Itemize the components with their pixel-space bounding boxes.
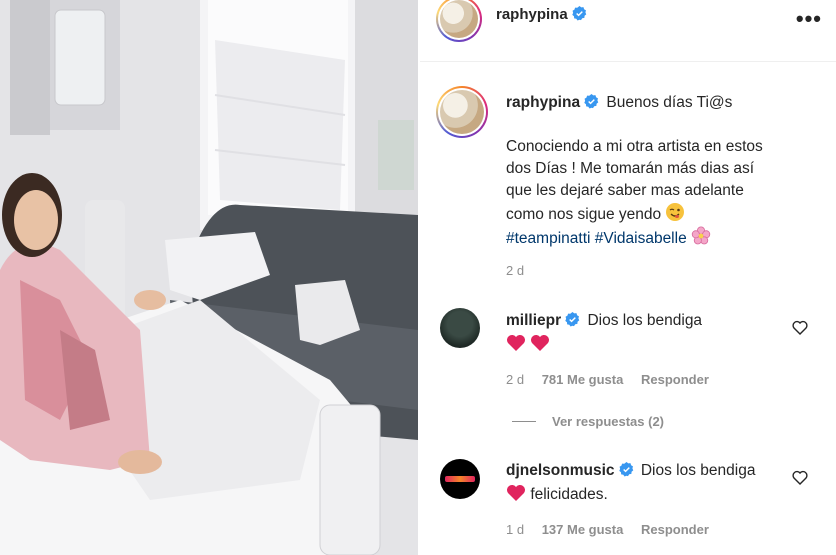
header-username-text[interactable]: raphypina <box>496 6 568 23</box>
caption-timestamp[interactable]: 2 d <box>506 263 524 278</box>
heart-outline-icon[interactable] <box>792 470 808 486</box>
verified-badge-icon <box>571 6 586 21</box>
winking-face-icon <box>666 203 685 221</box>
caption: raphypina Buenos días Ti@s Conociendo a … <box>506 92 824 250</box>
caption-greeting: Buenos días Ti@s <box>606 94 733 111</box>
hashtag-link[interactable]: #teampinatti <box>506 230 590 247</box>
comment-meta: 1 d 137 Me gusta Responder <box>506 522 709 537</box>
comment-timestamp[interactable]: 1 d <box>506 522 524 537</box>
verified-badge-icon <box>565 312 580 327</box>
caption-line-with-emoji: como nos sigue yendo <box>506 202 824 226</box>
comment-body: milliepr Dios los bendiga <box>506 310 796 332</box>
more-options-icon[interactable]: ••• <box>796 6 822 32</box>
comment-author[interactable]: milliepr <box>506 312 561 329</box>
comment-emoji-line <box>506 334 796 356</box>
view-replies-button[interactable]: Ver respuestas (2) <box>512 414 664 429</box>
comment-likes[interactable]: 781 Me gusta <box>542 372 624 387</box>
comment-author[interactable]: djnelsonmusic <box>506 462 615 479</box>
verified-badge-icon <box>584 94 599 109</box>
comment: djnelsonmusic Dios los bendiga felicidad… <box>506 460 796 506</box>
comment-body: djnelsonmusic Dios los bendiga <box>506 460 796 482</box>
replies-divider <box>512 421 536 422</box>
caption-hashtags: #teampinatti #Vidaisabelle <box>506 226 824 250</box>
hospital-room-photo <box>0 0 418 555</box>
comment-timestamp[interactable]: 2 d <box>506 372 524 387</box>
hashtag-link[interactable]: #Vidaisabelle <box>595 230 687 247</box>
post-header: raphypina ••• <box>420 0 836 62</box>
red-heart-icon <box>531 335 550 351</box>
post-photo[interactable] <box>0 0 418 555</box>
red-heart-icon <box>507 335 525 351</box>
caption-first-line: raphypina Buenos días Ti@s <box>506 92 824 114</box>
reply-button[interactable]: Responder <box>641 522 709 537</box>
heart-outline-icon[interactable] <box>792 320 808 336</box>
comment-text: Dios los bendiga <box>587 312 703 329</box>
author-avatar[interactable] <box>436 0 482 42</box>
reply-button[interactable]: Responder <box>641 372 709 387</box>
caption-line: como nos sigue yendo <box>506 206 662 223</box>
comment-text: Dios los bendiga <box>640 462 756 479</box>
caption-avatar[interactable] <box>436 86 488 138</box>
comment-meta: 2 d 781 Me gusta Responder <box>506 372 709 387</box>
caption-line: que les dejaré saber mas adelante <box>506 182 744 199</box>
post-side-panel: raphypina ••• raphypina Buenos días Ti@s… <box>420 0 836 555</box>
comment: milliepr Dios los bendiga <box>506 310 796 356</box>
red-heart-icon <box>507 485 525 501</box>
view-replies-label[interactable]: Ver respuestas (2) <box>552 414 664 429</box>
commenter-avatar[interactable] <box>440 459 480 499</box>
caption-line: Conociendo a mi otra artista en estos <box>506 138 763 155</box>
comment-second-line: felicidades. <box>506 484 796 506</box>
caption-line: dos Días ! Me tomarán más dias así <box>506 160 755 177</box>
caption-author[interactable]: raphypina <box>506 94 580 111</box>
verified-badge-icon <box>618 462 633 477</box>
comment-likes[interactable]: 137 Me gusta <box>542 522 624 537</box>
comment-text-continued: felicidades. <box>530 486 608 503</box>
header-username[interactable]: raphypina <box>496 6 587 23</box>
cherry-blossom-icon <box>691 226 711 245</box>
commenter-avatar[interactable] <box>440 308 480 348</box>
